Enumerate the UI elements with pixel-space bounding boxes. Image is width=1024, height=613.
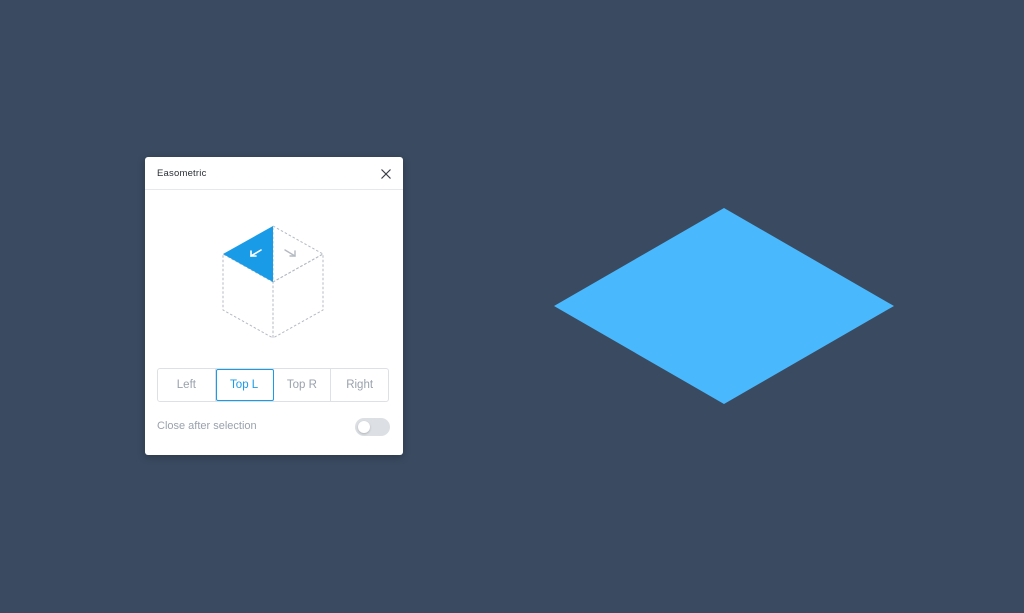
view-segmented-control: Left Top L Top R Right: [157, 368, 389, 402]
close-icon[interactable]: [378, 166, 394, 182]
close-after-selection-label: Close after selection: [157, 420, 257, 432]
panel-title: Easometric: [157, 168, 207, 179]
option-left[interactable]: Left: [158, 369, 216, 401]
cube-selector: [222, 225, 325, 339]
cube-face-top-left[interactable]: [223, 226, 273, 282]
close-after-selection-toggle[interactable]: [355, 418, 390, 436]
arrow-down-right-icon: [284, 249, 296, 257]
option-top-right[interactable]: Top R: [274, 369, 332, 401]
option-right[interactable]: Right: [331, 369, 388, 401]
toggle-knob: [358, 421, 370, 433]
isometric-shape[interactable]: [554, 208, 894, 404]
panel-header: Easometric: [145, 157, 403, 190]
option-top-left[interactable]: Top L: [215, 369, 274, 401]
cube-face-top-right[interactable]: [272, 225, 325, 283]
cube-face-right[interactable]: [272, 253, 324, 339]
easometric-panel: Easometric Left Top L Top R Right Close …: [145, 157, 403, 455]
